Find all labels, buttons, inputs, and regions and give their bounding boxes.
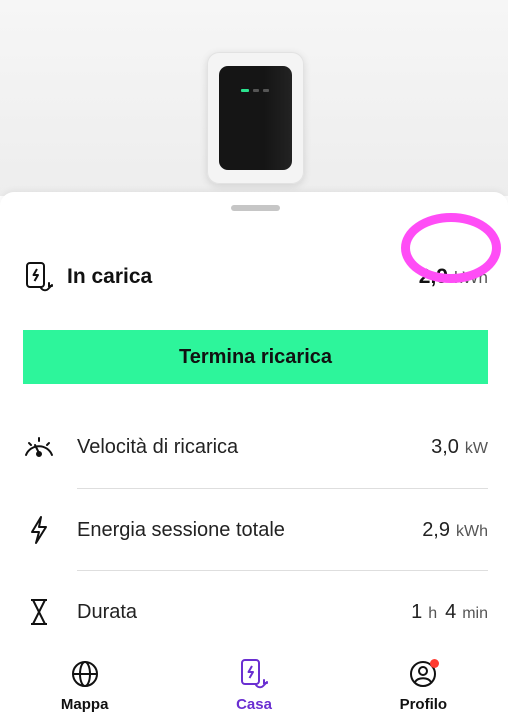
charger-status-led (241, 89, 249, 92)
tab-casa[interactable]: Casa (169, 646, 338, 718)
duration-value: 1 h 4 min (411, 600, 488, 623)
charger-image (207, 52, 304, 184)
charging-speed-value: 3,0 kW (431, 435, 488, 458)
charging-phone-icon (23, 261, 55, 293)
tab-label: Profilo (399, 696, 448, 713)
tab-label: Mappa (60, 696, 109, 713)
duration-row: Durata 1 h 4 min (23, 571, 488, 653)
session-energy-row: Energia sessione totale 2,9 kWh (23, 489, 488, 571)
duration-label: Durata (77, 600, 138, 623)
drag-handle[interactable] (231, 205, 280, 211)
hourglass-icon (23, 596, 55, 628)
session-energy-label: Energia sessione totale (77, 518, 285, 541)
speedometer-icon (23, 431, 55, 463)
tab-label: Casa (236, 696, 272, 713)
charger-screen (219, 66, 292, 170)
tab-profilo[interactable]: Profilo (339, 646, 508, 718)
stop-charging-button[interactable]: Termina ricarica (23, 330, 488, 384)
charging-status-title: In carica (67, 265, 153, 288)
charging-speed-label: Velocità di ricarica (77, 435, 239, 458)
session-energy-total: 2,9 kWh (422, 518, 488, 541)
lightning-icon (23, 514, 55, 546)
profile-icon (407, 658, 440, 690)
notification-dot (430, 659, 440, 668)
charging-speed-row: Velocità di ricarica 3,0 kW (23, 406, 488, 488)
tab-mappa[interactable]: Mappa (0, 646, 169, 718)
bottom-tab-bar: Mappa Casa Profilo (0, 646, 508, 718)
globe-icon (69, 658, 101, 690)
charger-hero (0, 0, 508, 196)
highlight-circle-annotation (401, 213, 501, 283)
home-charger-icon (238, 658, 270, 690)
charger-indicator (253, 89, 259, 92)
